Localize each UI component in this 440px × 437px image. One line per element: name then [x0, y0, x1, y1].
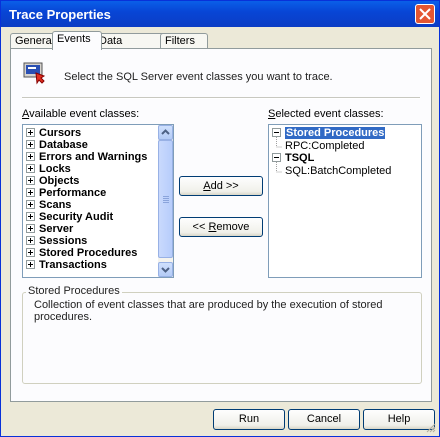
window-title: Trace Properties	[9, 7, 111, 22]
tree-item-locks[interactable]: Locks	[26, 163, 71, 175]
description-title: Stored Procedures	[26, 285, 122, 297]
selected-event-label: RPC:Completed	[285, 140, 365, 152]
tree-item-label: Stored Procedures	[39, 247, 138, 259]
selected-group-tsql[interactable]: TSQL	[272, 152, 314, 164]
tree-item-stored-procedures[interactable]: Stored Procedures	[26, 247, 137, 259]
expand-icon[interactable]	[26, 211, 35, 221]
close-button[interactable]	[415, 4, 435, 24]
tree-item-label: Database	[39, 139, 88, 151]
available-label: Available event classes:	[22, 108, 139, 120]
expand-icon[interactable]	[26, 187, 35, 197]
trace-properties-window: Trace Properties General Events Data Col…	[0, 0, 440, 437]
tree-item-objects[interactable]: Objects	[26, 175, 79, 187]
tree-item-label: Errors and Warnings	[39, 151, 148, 163]
expand-icon[interactable]	[26, 163, 35, 173]
tab-filters[interactable]: Filters	[160, 33, 208, 49]
tree-item-label: Performance	[39, 187, 107, 199]
expand-icon[interactable]	[26, 151, 35, 161]
chevron-up-icon	[161, 129, 170, 135]
selected-event-sql-batchcompleted[interactable]: SQL:BatchCompleted	[285, 165, 391, 177]
tree-item-transactions[interactable]: Transactions	[26, 259, 107, 271]
expand-icon[interactable]	[26, 259, 35, 269]
expand-icon[interactable]	[26, 139, 35, 149]
selected-group-label: TSQL	[285, 152, 315, 164]
tree-item-cursors[interactable]: Cursors	[26, 127, 81, 139]
tree-item-sessions[interactable]: Sessions	[26, 235, 87, 247]
expand-icon[interactable]	[26, 223, 35, 233]
tree-item-performance[interactable]: Performance	[26, 187, 106, 199]
remove-button[interactable]: << Remove	[179, 217, 263, 237]
tree-item-errors-and-warnings[interactable]: Errors and Warnings	[26, 151, 147, 163]
tab-events[interactable]: Events	[52, 31, 102, 50]
cancel-button[interactable]: Cancel	[288, 409, 360, 430]
tree-item-label: Transactions	[39, 259, 107, 271]
expand-icon[interactable]	[26, 235, 35, 245]
expand-icon[interactable]	[26, 247, 35, 257]
remove-button-label: emove	[216, 221, 250, 233]
title-bar[interactable]: Trace Properties	[1, 1, 439, 27]
selected-group-stored-procedures[interactable]: Stored Procedures	[272, 127, 386, 139]
scroll-thumb[interactable]	[158, 140, 173, 258]
remove-button-prefix: <<	[192, 221, 209, 233]
expand-icon[interactable]	[26, 127, 35, 137]
collapse-icon[interactable]	[272, 152, 281, 162]
grip-icon	[163, 196, 169, 197]
help-button[interactable]: Help	[363, 409, 435, 430]
selected-label: Selected event classes:	[268, 108, 384, 120]
tree-item-security-audit[interactable]: Security Audit	[26, 211, 113, 223]
collapse-icon[interactable]	[272, 127, 281, 137]
sql-server-trace-icon	[23, 62, 46, 85]
tab-data-columns[interactable]: Data Columns	[94, 33, 170, 62]
add-button-accel: A	[203, 180, 211, 192]
tree-item-label: Server	[39, 223, 74, 235]
selected-label-text: elected event classes:	[275, 108, 384, 120]
selected-group-label: Stored Procedures	[285, 127, 386, 139]
tree-item-scans[interactable]: Scans	[26, 199, 71, 211]
expand-icon[interactable]	[26, 175, 35, 185]
add-button[interactable]: Add >>	[179, 176, 263, 196]
run-button[interactable]: Run	[213, 409, 285, 430]
scroll-down-button[interactable]	[158, 262, 173, 277]
tree-item-server[interactable]: Server	[26, 223, 73, 235]
selected-event-rpc-completed[interactable]: RPC:Completed	[285, 140, 364, 152]
expand-icon[interactable]	[26, 199, 35, 209]
tree-item-label: Security Audit	[39, 211, 114, 223]
available-events-tree[interactable]: Cursors Database Errors and Warnings Loc…	[22, 124, 174, 278]
tree-item-label: Objects	[39, 175, 80, 187]
intro-text: Select the SQL Server event classes you …	[64, 71, 333, 83]
resize-grip-icon[interactable]	[426, 423, 436, 433]
selected-event-label: SQL:BatchCompleted	[285, 165, 392, 177]
vertical-scrollbar[interactable]	[158, 125, 173, 277]
tree-item-label: Cursors	[39, 127, 82, 139]
selected-events-tree[interactable]: Stored Procedures RPC:Completed TSQL SQL…	[268, 124, 422, 278]
description-text: Collection of event classes that are pro…	[34, 299, 383, 323]
tree-item-label: Sessions	[39, 235, 88, 247]
tree-item-label: Scans	[39, 199, 72, 211]
add-button-label: dd >>	[210, 180, 239, 192]
events-tab-panel: Select the SQL Server event classes you …	[10, 48, 432, 402]
separator	[22, 97, 420, 99]
tree-item-database[interactable]: Database	[26, 139, 88, 151]
chevron-down-icon	[161, 267, 170, 273]
scroll-up-button[interactable]	[158, 125, 173, 140]
close-icon	[419, 8, 431, 20]
tree-item-label: Locks	[39, 163, 71, 175]
available-label-text: vailable event classes:	[29, 108, 140, 120]
